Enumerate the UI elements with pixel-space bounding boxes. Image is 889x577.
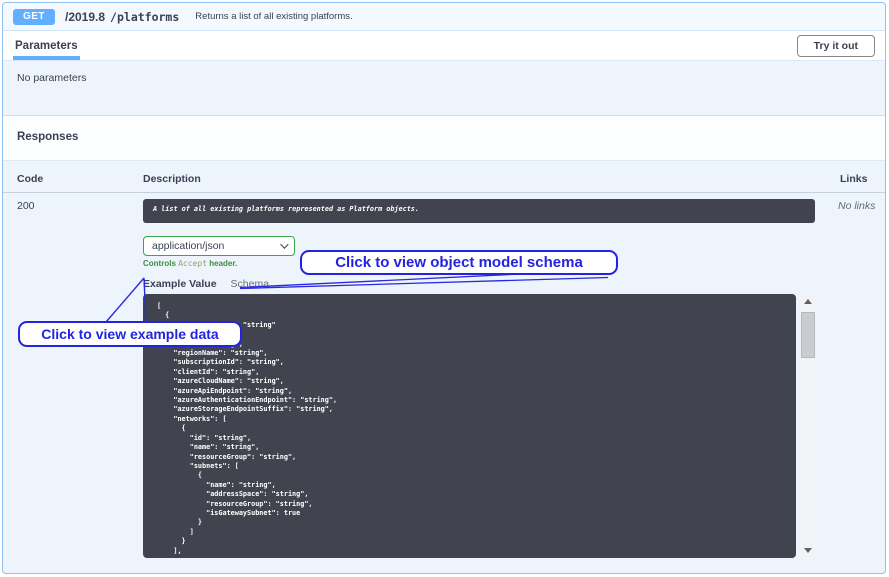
schema-callout: Click to view object model schema (300, 250, 618, 275)
scrollbar-thumb[interactable] (801, 312, 815, 358)
code-line: "name": "string", (157, 340, 796, 349)
code-line: { (157, 471, 796, 480)
code-line: } (157, 518, 796, 527)
controls-accept-header-name: Accept (178, 259, 207, 268)
code-line: } (157, 537, 796, 546)
responses-table-header: Code Description Links (3, 161, 885, 193)
controls-accept-suffix: header. (207, 259, 237, 268)
operation-summary-bar[interactable]: GET /2019.8 /platforms Returns a list of… (3, 3, 885, 31)
operation-block-get-platforms: GET /2019.8 /platforms Returns a list of… (2, 2, 886, 574)
tab-example-value[interactable]: Example Value (143, 278, 217, 290)
code-line: "resourceGroup": "string", (157, 500, 796, 509)
code-line: "isGatewaySubnet": true (157, 509, 796, 518)
example-data-callout: Click to view example data (18, 321, 242, 347)
endpoint-base-path: /2019.8 (65, 10, 105, 24)
media-type-selected-value: application/json (152, 240, 224, 252)
code-line: "resourceGroup": "string", (157, 453, 796, 462)
example-code-container: [ { "azureTenantId": "string" "id": "str… (143, 294, 823, 558)
parameters-header-row: Parameters Try it out (3, 31, 885, 61)
response-description-note: A list of all existing platforms represe… (143, 199, 815, 223)
media-type-select[interactable]: application/json (143, 236, 295, 256)
code-line: "regionName": "string", (157, 349, 796, 358)
code-line: "addressSpace": "string", (157, 490, 796, 499)
tab-parameters[interactable]: Parameters (13, 31, 80, 60)
column-header-description: Description (143, 173, 823, 185)
column-header-code: Code (17, 173, 143, 185)
code-line: "azureStorageEndpointSuffix": "string", (157, 405, 796, 414)
code-line: "subscriptionId": "string", (157, 358, 796, 367)
code-line: "azureCloudName": "string", (157, 377, 796, 386)
code-line: { (157, 311, 796, 320)
code-line: "azureApiEndpoint": "string", (157, 387, 796, 396)
no-parameters-text: No parameters (3, 61, 885, 116)
http-method-badge: GET (13, 9, 55, 25)
code-line: "clientId": "string", (157, 368, 796, 377)
response-links-value: No links (823, 199, 885, 558)
code-line: "subnets": [ (157, 462, 796, 471)
code-line: "networks": [ (157, 415, 796, 424)
code-line: { (157, 424, 796, 433)
responses-section-title: Responses (3, 116, 885, 161)
active-tab-underline (13, 56, 80, 60)
response-row-200: 200 A list of all existing platforms rep… (3, 193, 885, 558)
code-line: "id": "string", (157, 330, 796, 339)
model-example-tabs: Example Value Schema (143, 278, 823, 290)
scroll-up-icon[interactable] (804, 299, 812, 304)
code-line: "id": "string", (157, 434, 796, 443)
response-status-code: 200 (17, 199, 143, 558)
endpoint-path: /platforms (110, 10, 179, 24)
tab-parameters-label: Parameters (15, 40, 78, 52)
scroll-down-icon[interactable] (804, 548, 812, 553)
chevron-down-icon (280, 240, 288, 248)
code-line: "name": "string", (157, 481, 796, 490)
column-header-links: Links (823, 173, 885, 185)
endpoint-summary: Returns a list of all existing platforms… (195, 11, 352, 22)
controls-accept-prefix: Controls (143, 259, 178, 268)
code-line: [ (157, 302, 796, 311)
tab-schema[interactable]: Schema (231, 278, 270, 290)
code-line: "name": "string", (157, 443, 796, 452)
code-line: "azureAuthenticationEndpoint": "string", (157, 396, 796, 405)
code-scrollbar[interactable] (800, 294, 816, 558)
code-line: ], (157, 547, 796, 556)
code-line: "azureTenantId": "string" (157, 321, 796, 330)
code-line: ] (157, 528, 796, 537)
try-it-out-button[interactable]: Try it out (797, 35, 875, 57)
